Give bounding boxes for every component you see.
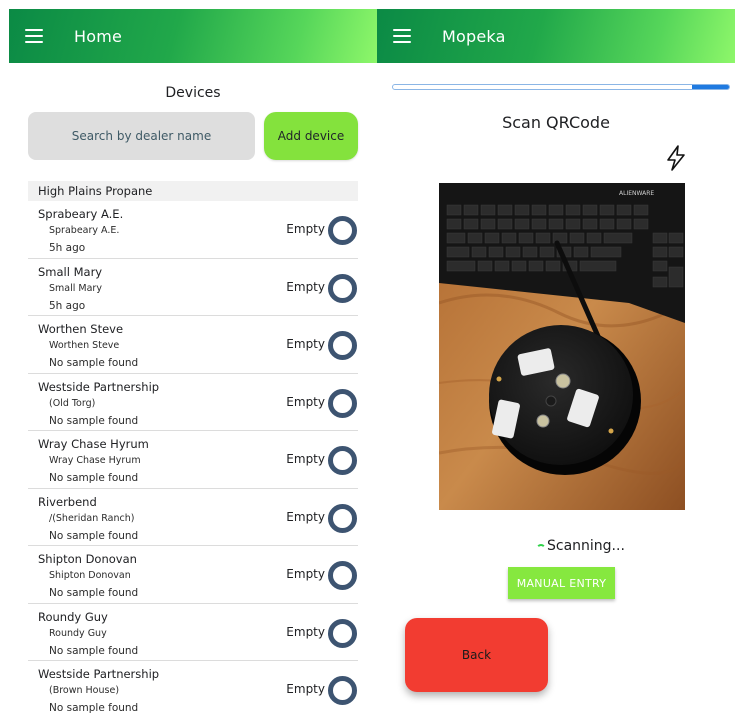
device-name: Wray Chase Hyrum [38, 437, 149, 451]
tank-level-ring-icon [328, 561, 357, 590]
device-list-item[interactable]: Small Mary Small Mary 5h ago Empty [28, 259, 358, 316]
tank-level-ring-icon [328, 273, 357, 303]
device-subtitle: Wray Chase Hyrum [49, 455, 141, 466]
device-status: Empty [286, 279, 325, 294]
scanning-text: Scanning... [547, 538, 625, 554]
device-name: Westside Partnership [38, 379, 160, 394]
device-status: Empty [286, 394, 325, 409]
home-app-title: Home [74, 26, 123, 46]
device-list-item[interactable]: Roundy Guy Roundy Guy No sample found Empty [28, 604, 358, 661]
home-app-bar: Home [9, 9, 377, 63]
add-device-button[interactable]: Add device [264, 112, 358, 160]
device-status: Empty [286, 624, 325, 639]
scan-progress-fill [692, 85, 729, 89]
device-last-sample: 5h ago [49, 299, 86, 312]
tank-level-ring-icon [328, 331, 357, 360]
back-button[interactable]: Back [405, 618, 548, 692]
device-status: Empty [286, 452, 325, 466]
scan-screen: Mopeka Scan QRCode ALIENWARE Scanning...… [377, 0, 735, 715]
device-subtitle: (Brown House) [49, 685, 120, 696]
device-status: Empty [286, 337, 325, 351]
device-name: Small Mary [38, 264, 103, 279]
device-name: Worthen Steve [38, 322, 124, 336]
device-subtitle: Sprabeary A.E. [49, 225, 120, 236]
lightning-bolt-icon[interactable] [664, 144, 688, 176]
device-list-item[interactable]: Worthen Steve Worthen Steve No sample foun… [28, 316, 358, 374]
devices-title: Devices [165, 85, 221, 101]
hamburger-menu-icon[interactable] [25, 29, 43, 43]
device-last-sample: No sample found [49, 414, 139, 427]
device-subtitle: Worthen Steve [49, 340, 120, 351]
device-last-sample: 5h ago [49, 242, 86, 254]
loading-spinner-icon [536, 544, 546, 554]
scan-app-title: Mopeka [442, 26, 506, 46]
scan-app-bar: Mopeka [377, 9, 735, 63]
tank-level-ring-icon [328, 388, 357, 418]
manual-entry-button[interactable]: MANUAL ENTRY [508, 567, 615, 599]
tank-level-ring-icon [328, 618, 357, 648]
device-last-sample: No sample found [49, 702, 139, 714]
camera-preview: ALIENWARE [439, 183, 685, 510]
device-last-sample: No sample found [49, 472, 139, 484]
tank-level-ring-icon [328, 503, 357, 533]
scan-qrcode-title: Scan QRCode [502, 113, 610, 132]
device-subtitle: Small Mary [49, 282, 102, 294]
device-subtitle: Shipton Donovan [49, 570, 131, 581]
hamburger-menu-icon[interactable] [393, 29, 411, 43]
device-name: Westside Partnership [38, 667, 160, 681]
device-last-sample: No sample found [49, 529, 139, 542]
dealer-search-input[interactable]: Search by dealer name [28, 112, 255, 160]
device-list-item[interactable]: Wray Chase Hyrum Wray Chase Hyrum No sampl… [28, 431, 358, 489]
search-placeholder: Search by dealer name [71, 129, 212, 143]
device-name: Sprabeary A.E. [38, 207, 124, 221]
device-name: Riverbend [38, 494, 97, 509]
dealer-group-header: High Plains Propane [28, 181, 358, 201]
scanning-status: Scanning... [536, 538, 625, 554]
device-status: Empty [286, 509, 325, 524]
device-list-item[interactable]: Westside Partnership (Brown House) No samp… [28, 661, 358, 715]
device-name: Shipton Donovan [38, 552, 137, 566]
device-list: Sprabeary A.E. Sprabeary A.E. 5h ago Empty S… [28, 201, 358, 715]
tank-level-ring-icon [328, 676, 357, 705]
home-screen: Home Devices Search by dealer name Add d… [9, 0, 377, 715]
device-status: Empty [286, 682, 325, 696]
device-status: Empty [286, 222, 325, 236]
device-last-sample: No sample found [49, 644, 139, 657]
tank-level-ring-icon [328, 216, 357, 245]
device-subtitle: /(Sheridan Ranch) [49, 512, 135, 524]
device-name: Roundy Guy [38, 609, 108, 624]
device-subtitle: Roundy Guy [49, 627, 107, 639]
device-status: Empty [286, 567, 325, 581]
device-list-item[interactable]: Westside Partnership (Old Torg) No sample … [28, 374, 358, 431]
tank-level-ring-icon [328, 446, 357, 475]
device-list-item[interactable]: Sprabeary A.E. Sprabeary A.E. 5h ago Empty [28, 201, 358, 259]
keyboard-brand-text: ALIENWARE [619, 190, 654, 197]
device-list-item[interactable]: Riverbend /(Sheridan Ranch) No sample foun… [28, 489, 358, 546]
device-list-item[interactable]: Shipton Donovan Shipton Donovan No sample … [28, 546, 358, 604]
scan-progress-bar [392, 84, 730, 90]
device-last-sample: No sample found [49, 357, 139, 369]
device-subtitle: (Old Torg) [49, 397, 96, 409]
device-last-sample: No sample found [49, 587, 139, 599]
